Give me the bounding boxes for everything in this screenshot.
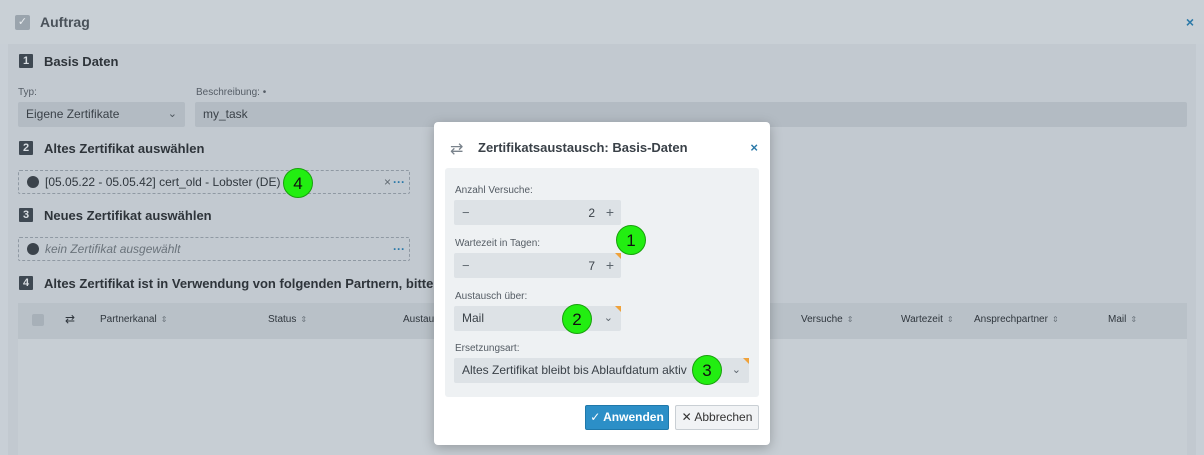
required-indicator <box>615 306 621 312</box>
select-all-checkbox[interactable] <box>32 314 44 326</box>
column-header-status[interactable]: Status ⇕ <box>268 314 307 325</box>
close-icon[interactable]: × <box>1186 14 1194 30</box>
anzahl-versuche-label: Anzahl Versuche: <box>455 185 533 196</box>
beschreibung-value: my_task <box>203 107 248 121</box>
column-header-versuche[interactable]: Versuche ⇕ <box>801 314 853 325</box>
section-title-altes-zertifikat: Altes Zertifikat auswählen <box>44 141 205 156</box>
column-header-mail[interactable]: Mail ⇕ <box>1108 314 1137 325</box>
ersetzungsart-value: Altes Zertifikat bleibt bis Ablaufdatum … <box>462 363 687 377</box>
swap-icon: ⇄ <box>65 312 76 326</box>
ersetzungsart-label: Ersetzungsart: <box>455 343 520 354</box>
column-header-wartezeit[interactable]: Wartezeit ⇕ <box>901 314 954 325</box>
column-header-ansprechpartner[interactable]: Ansprechpartner ⇕ <box>974 314 1059 325</box>
anzahl-versuche-stepper[interactable]: − 2 + <box>454 200 621 225</box>
swap-arrows-icon: ⇄ <box>450 141 464 158</box>
typ-value: Eigene Zertifikate <box>26 107 120 121</box>
austausch-select[interactable]: Mail ⌄ <box>454 306 621 331</box>
new-cert-placeholder: kein Zertifikat ausgewählt <box>45 242 181 256</box>
typ-select[interactable]: Eigene Zertifikate ⌄ <box>18 102 185 127</box>
checkbox-icon[interactable]: ✓ <box>15 15 30 30</box>
chevron-down-icon: ⌄ <box>167 108 177 120</box>
anzahl-versuche-value: 2 <box>588 206 595 220</box>
column-header-partnerkanal[interactable]: Partnerkanal ⇕ <box>100 314 167 325</box>
column-header-austausch[interactable]: Austau <box>403 314 434 325</box>
wartezeit-value: 7 <box>588 259 595 273</box>
dialog-title: Zertifikatsaustausch: Basis-Daten <box>478 140 688 155</box>
marker-1: 1 <box>616 225 646 255</box>
apply-button[interactable]: ✓ Anwenden <box>585 405 669 430</box>
chevron-down-icon: ⌄ <box>731 364 741 376</box>
close-icon[interactable]: × <box>750 140 758 155</box>
marker-3: 3 <box>692 355 722 385</box>
wartezeit-stepper[interactable]: − 7 + <box>454 253 621 278</box>
more-icon[interactable]: ··· <box>393 238 405 260</box>
section-number-1: 1 <box>19 54 33 68</box>
section-number-2: 2 <box>19 141 33 155</box>
austausch-value: Mail <box>462 311 485 325</box>
minus-icon[interactable]: − <box>462 258 470 273</box>
section-number-4: 4 <box>19 276 33 290</box>
section-number-3: 3 <box>19 208 33 222</box>
wartezeit-label: Wartezeit in Tagen: <box>455 238 541 249</box>
more-icon[interactable]: ··· <box>393 171 405 193</box>
austausch-label: Austausch über: <box>455 291 528 302</box>
old-cert-selector[interactable]: [05.05.22 - 05.05.42] cert_old - Lobster… <box>18 170 410 194</box>
section-title-partner: Altes Zertifikat ist in Verwendung von f… <box>44 276 472 291</box>
cancel-button[interactable]: ✕ Abbrechen <box>675 405 759 430</box>
certificate-icon <box>27 243 39 255</box>
window-header: ✓ Auftrag × <box>0 0 1204 44</box>
window-title: Auftrag <box>40 14 90 30</box>
marker-4: 4 <box>283 168 313 198</box>
new-cert-selector[interactable]: kein Zertifikat ausgewählt ··· <box>18 237 410 261</box>
section-title-basis-daten: Basis Daten <box>44 54 119 69</box>
zertifikatsaustausch-dialog: ⇄ Zertifikatsaustausch: Basis-Daten × An… <box>434 122 770 445</box>
plus-icon[interactable]: + <box>606 204 614 220</box>
section-title-neues-zertifikat: Neues Zertifikat auswählen <box>44 208 212 223</box>
certificate-icon <box>27 176 39 188</box>
required-indicator <box>743 358 749 364</box>
beschreibung-label: Beschreibung: • <box>196 87 267 98</box>
clear-icon[interactable]: × <box>384 171 391 193</box>
marker-2: 2 <box>562 304 592 334</box>
chevron-down-icon: ⌄ <box>603 312 613 324</box>
old-cert-value: [05.05.22 - 05.05.42] cert_old - Lobster… <box>45 175 281 189</box>
required-indicator <box>615 253 621 259</box>
plus-icon[interactable]: + <box>606 257 614 273</box>
typ-label: Typ: <box>18 87 37 98</box>
minus-icon[interactable]: − <box>462 205 470 220</box>
